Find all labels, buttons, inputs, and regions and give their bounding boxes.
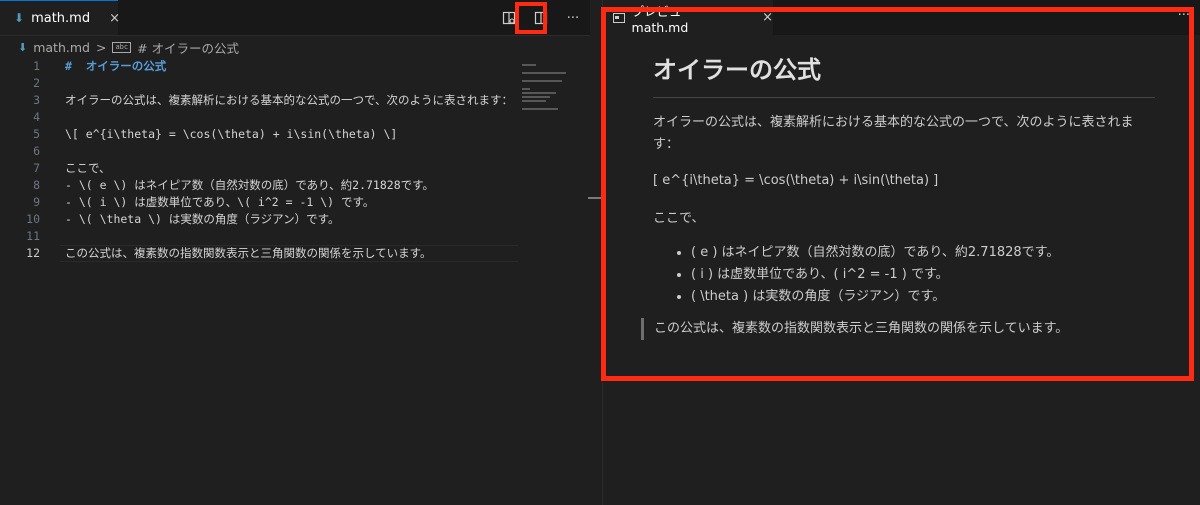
preview-button-highlight — [515, 2, 547, 34]
markdown-file-icon: ⬇ — [18, 40, 28, 54]
tab-math-md[interactable]: ⬇ math.md × — [0, 0, 120, 35]
line-number: 7 — [33, 161, 40, 175]
minimap-line — [522, 72, 566, 74]
minimap-line — [522, 88, 530, 90]
heading-marker: # — [65, 59, 86, 73]
line-number: 10 — [26, 212, 40, 226]
breadcrumb-section[interactable]: # オイラーの公式 — [137, 38, 239, 57]
line-number: 8 — [33, 178, 40, 192]
code-line: 1 # オイラーの公式 — [0, 58, 590, 75]
close-icon[interactable]: × — [109, 11, 120, 26]
preview-highlight-box — [601, 7, 1194, 381]
code-line: 5 \[ e^{i\theta} = \cos(\theta) + i\sin(… — [0, 126, 590, 143]
line-number: 3 — [33, 93, 40, 107]
minimap[interactable] — [522, 64, 570, 112]
code-line: 4 — [0, 109, 590, 126]
line-number: 5 — [33, 127, 40, 141]
code-line: 10 - \( \theta \) は実数の角度（ラジアン）です。 — [0, 211, 590, 228]
line-number: 12 — [26, 246, 40, 260]
line-number: 2 — [33, 76, 40, 90]
code-line: 11 — [0, 228, 590, 245]
symbol-string-icon: abc — [112, 41, 132, 53]
code-line-text: - \( \theta \) は実数の角度（ラジアン）です。 — [65, 212, 340, 226]
code-line-text: - \( i \) は虚数単位であり、\( i^2 = -1 \) です。 — [65, 195, 375, 209]
minimap-line — [522, 80, 562, 82]
chevron-right-icon: > — [95, 39, 107, 55]
code-line-text: この公式は、複素数の指数関数表示と三角関数の関係を示しています。 — [65, 246, 432, 260]
code-line: 2 — [0, 75, 590, 92]
minimap-line — [522, 96, 550, 98]
breadcrumb-file[interactable]: math.md — [33, 40, 90, 55]
code-line-text: オイラーの公式 — [85, 59, 167, 73]
code-line-text: ここで、 — [65, 161, 111, 175]
open-preview-to-side-icon — [502, 11, 516, 25]
minimap-line — [522, 100, 546, 102]
minimap-line — [522, 92, 556, 94]
code-line: 8 - \( e \) はネイピア数（自然対数の底）であり、約2.71828です… — [0, 177, 590, 194]
code-line: 3 オイラーの公式は、複素解析における基本的な公式の一つで、次のように表されます… — [0, 92, 590, 109]
code-line: 6 — [0, 143, 590, 160]
tab-label: math.md — [31, 10, 91, 26]
line-number: 1 — [33, 59, 40, 73]
breadcrumb: ⬇ math.md > abc # オイラーの公式 — [18, 36, 239, 58]
line-number: 11 — [26, 229, 40, 243]
code-line-text: オイラーの公式は、複素解析における基本的な公式の一つで、次のように表されます： — [65, 93, 514, 107]
editor-group: ⬇ math.md × ··· ⬇ math.md > abc # オイラーの公… — [0, 0, 590, 505]
code-editor[interactable]: 1 # オイラーの公式 2 3 オイラーの公式は、複素解析における基本的な公式の… — [0, 58, 590, 262]
code-line-text: - \( e \) はネイピア数（自然対数の底）であり、約2.71828です。 — [65, 178, 434, 192]
markdown-file-icon: ⬇ — [14, 11, 25, 25]
more-actions-button[interactable]: ··· — [562, 7, 584, 29]
code-line-text: \[ e^{i\theta} = \cos(\theta) + i\sin(\t… — [65, 127, 398, 141]
line-number: 9 — [33, 195, 40, 209]
line-number: 4 — [33, 110, 40, 124]
code-line: 9 - \( i \) は虚数単位であり、\( i^2 = -1 \) です。 — [0, 194, 590, 211]
code-line: 7 ここで、 — [0, 160, 590, 177]
minimap-line — [522, 108, 558, 110]
current-code-line: 12 この公式は、複素数の指数関数表示と三角関数の関係を示しています。 — [0, 245, 590, 262]
minimap-line — [522, 64, 536, 66]
line-number: 6 — [33, 144, 40, 158]
editor-tab-bar: ⬇ math.md × ··· — [0, 0, 590, 36]
